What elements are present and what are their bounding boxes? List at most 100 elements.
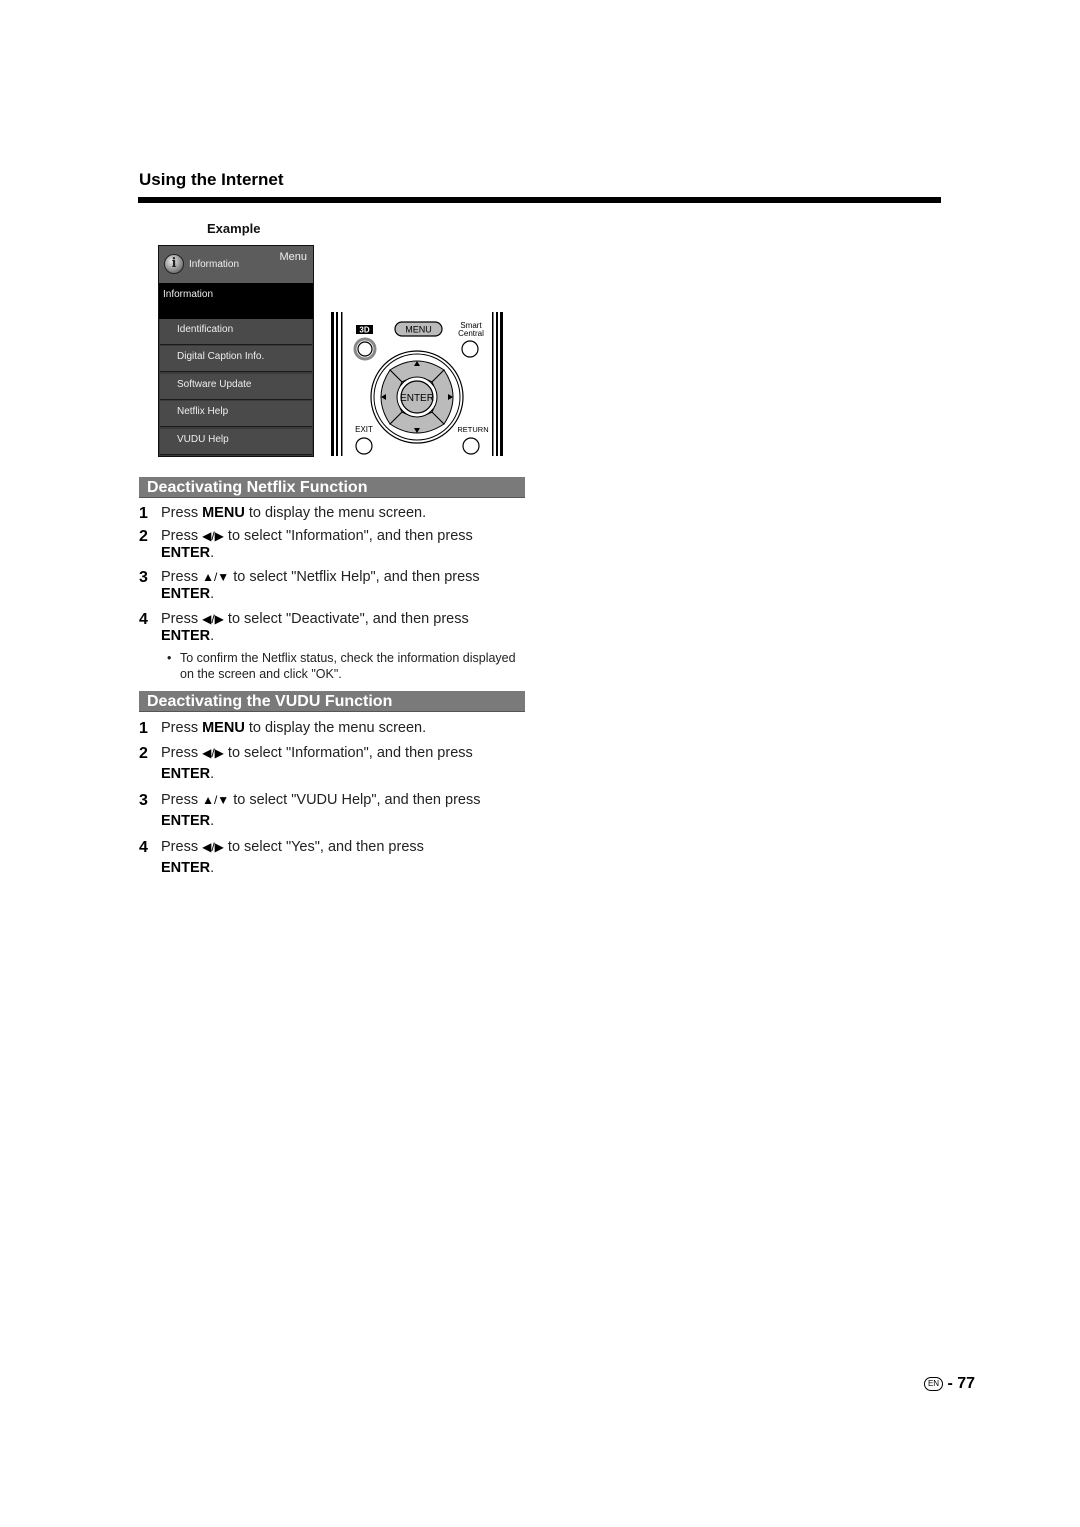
remote-edge-right	[492, 312, 494, 456]
netflix-step-4: 4 Press ◀/▶ to select "Deactivate", and …	[139, 611, 539, 647]
tv-menu-header-tab: Menu	[279, 251, 307, 263]
step-text: to select "Information", and then press	[223, 528, 473, 544]
exit-button-label: EXIT	[355, 425, 373, 434]
smart-central-button: Smart Central	[458, 321, 484, 358]
enter-button-label: ENTER	[400, 393, 434, 404]
step-number: 4	[139, 839, 148, 856]
key-name: ENTER	[161, 628, 211, 644]
remote-edge-right	[496, 312, 498, 456]
tv-menu-illustration: i Information Menu Information Identific…	[158, 245, 314, 457]
netflix-step-2: 2 Press ◀/▶ to select "Information", and…	[139, 528, 539, 564]
key-name: MENU	[202, 720, 245, 736]
remote-edge-right	[500, 312, 503, 456]
step-number: 1	[139, 720, 148, 737]
3d-button-label: 3D	[359, 326, 369, 335]
step-number: 3	[139, 569, 148, 586]
tv-menu-item-label: VUDU Help	[177, 434, 229, 445]
step-number: 4	[139, 611, 148, 628]
menu-button: MENU	[394, 321, 443, 337]
step-text: Press	[161, 792, 203, 808]
vudu-step-4: 4 Press ◀/▶ to select "Yes", and then pr…	[139, 837, 539, 881]
remote-control-illustration: 3D MENU Smart Central ENTER EXIT RETURN	[331, 312, 503, 456]
left-right-arrows-icon: ◀/▶	[202, 840, 224, 854]
remote-edge-left	[336, 312, 338, 456]
key-name: ENTER	[161, 766, 211, 782]
return-button-label: RETURN	[457, 425, 488, 434]
bullet: •	[167, 651, 172, 665]
tv-menu-submenu-text: Information	[163, 289, 214, 300]
exit-button: EXIT	[355, 425, 373, 455]
netflix-step-1: 1 Press MENU to display the menu screen.	[139, 505, 539, 525]
vudu-step-1: 1 Press MENU to display the menu screen.	[139, 720, 539, 740]
step-text: Press	[161, 839, 203, 855]
up-down-arrows-icon: ▲/▼	[202, 570, 230, 584]
key-name: ENTER	[161, 586, 211, 602]
header-rule	[138, 197, 941, 203]
step-text: Press	[161, 505, 203, 521]
step-text: Press	[161, 528, 203, 544]
step-number: 3	[139, 792, 148, 809]
period: .	[210, 628, 215, 644]
tv-menu-submenu-title: Information	[159, 283, 313, 319]
vudu-step-3: 3 Press ▲/▼ to select "VUDU Help", and t…	[139, 790, 539, 834]
section-title: Using the Internet	[139, 170, 284, 189]
step-text: Press	[161, 569, 203, 585]
vudu-section-heading: Deactivating the VUDU Function	[139, 691, 525, 712]
step-text: to select "Deactivate", and then press	[223, 611, 469, 627]
tv-menu-item-software-update: Software Update	[160, 374, 312, 400]
remote-edge-left	[331, 312, 334, 456]
period: .	[210, 545, 215, 561]
page-separator: -	[947, 1375, 953, 1392]
step-number: 1	[139, 505, 148, 522]
step-text: to select "Information", and then press	[223, 745, 473, 761]
step-text: to display the menu screen.	[244, 720, 427, 736]
step-number: 2	[139, 745, 148, 762]
left-right-arrows-icon: ◀/▶	[202, 529, 224, 543]
return-button: RETURN	[457, 425, 489, 455]
language-badge-icon: EN	[924, 1377, 943, 1391]
key-name: MENU	[202, 505, 245, 521]
tv-menu-item-label: Digital Caption Info.	[177, 351, 265, 362]
tv-menu-item-label: Software Update	[177, 379, 252, 390]
note-text: To confirm the Netflix status, check the…	[180, 651, 516, 681]
period: .	[210, 860, 215, 876]
left-right-arrows-icon: ◀/▶	[202, 746, 224, 760]
step-text: Press	[161, 720, 203, 736]
period: .	[210, 813, 215, 829]
netflix-step-3: 3 Press ▲/▼ to select "Netflix Help", an…	[139, 569, 539, 605]
key-name: ENTER	[161, 860, 211, 876]
smart-central-label-2: Central	[458, 329, 484, 338]
3d-button: 3D	[353, 325, 377, 361]
step-text: to select "Yes", and then press	[223, 839, 424, 855]
key-name: ENTER	[161, 813, 211, 829]
left-right-arrows-icon: ◀/▶	[202, 612, 224, 626]
vudu-step-2: 2 Press ◀/▶ to select "Information", and…	[139, 743, 539, 787]
step-number: 2	[139, 528, 148, 545]
tv-menu-header: i Information Menu	[159, 246, 313, 283]
page-number-value: 77	[957, 1375, 976, 1392]
step-text: to select "Netflix Help", and then press	[229, 569, 480, 585]
period: .	[210, 586, 215, 602]
step-text: to display the menu screen.	[244, 505, 427, 521]
tv-menu-header-title: Information	[189, 259, 240, 270]
netflix-note: • To confirm the Netflix status, check t…	[167, 650, 517, 684]
tv-menu-item-vudu-help: VUDU Help	[160, 429, 312, 455]
tv-menu-item-label: Netflix Help	[177, 406, 229, 417]
tv-menu-item-netflix-help: Netflix Help	[160, 401, 312, 427]
step-text: Press	[161, 745, 203, 761]
tv-menu-item-identification: Identification	[160, 319, 312, 345]
step-text: Press	[161, 611, 203, 627]
info-icon: i	[164, 254, 184, 274]
tv-menu-item-digital-caption: Digital Caption Info.	[160, 346, 312, 372]
key-name: ENTER	[161, 545, 211, 561]
example-label: Example	[207, 221, 261, 236]
menu-button-label: MENU	[405, 325, 432, 335]
page-number: EN - 77	[924, 1375, 975, 1393]
dpad: ENTER	[370, 350, 464, 444]
netflix-section-heading: Deactivating Netflix Function	[139, 477, 525, 498]
up-down-arrows-icon: ▲/▼	[202, 793, 230, 807]
remote-edge-left	[341, 312, 343, 456]
period: .	[210, 766, 215, 782]
tv-menu-item-label: Identification	[177, 324, 234, 335]
step-text: to select "VUDU Help", and then press	[229, 792, 481, 808]
